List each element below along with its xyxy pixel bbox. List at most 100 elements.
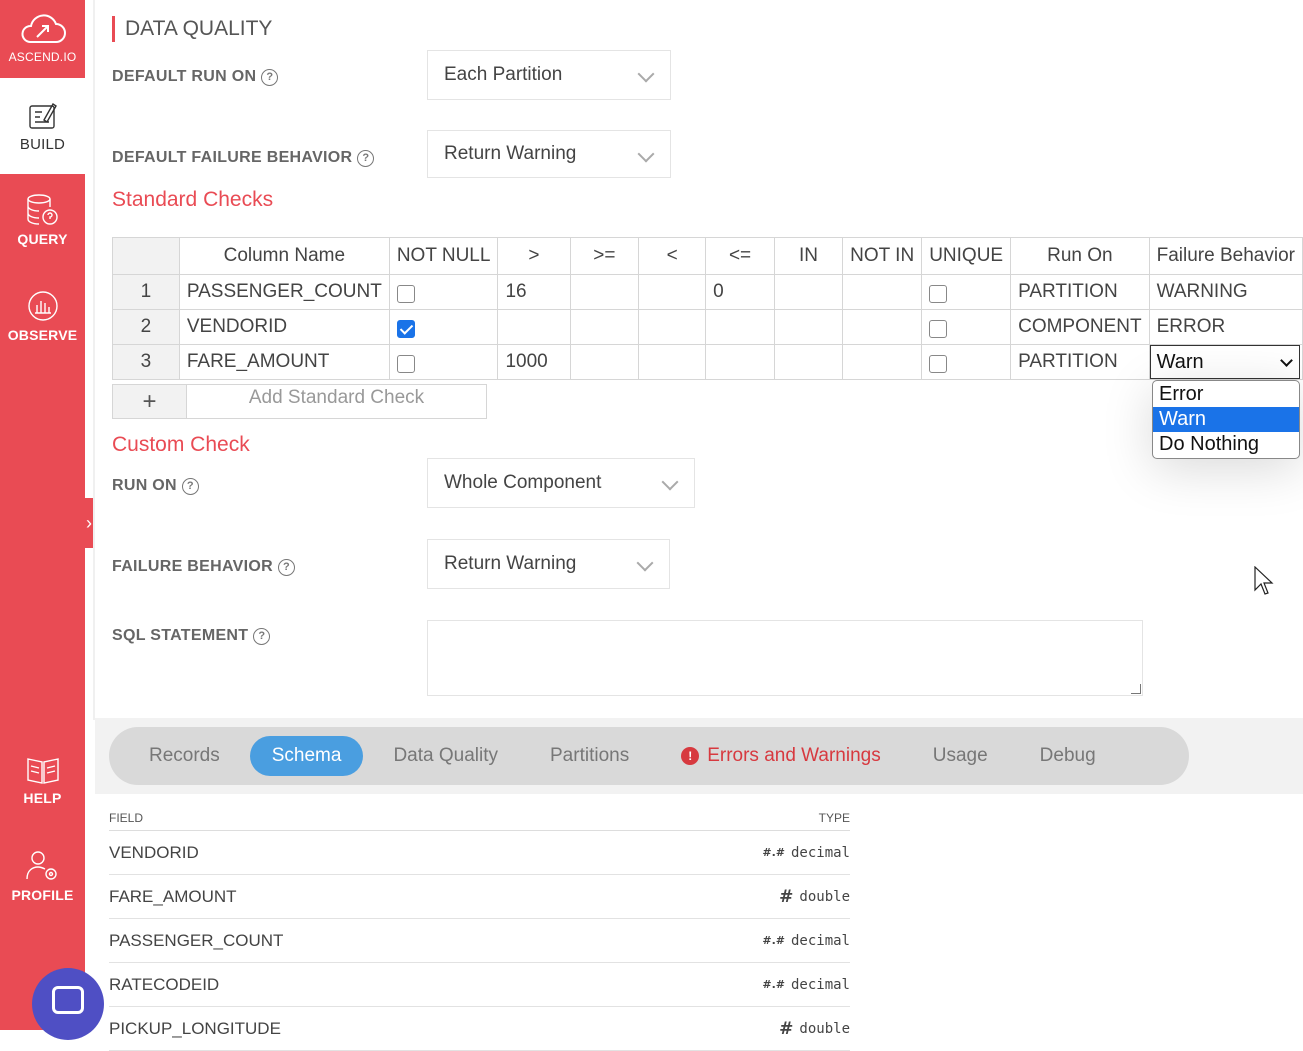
failure-behavior-dropdown: Error Warn Do Nothing <box>1152 380 1300 459</box>
gte-cell[interactable] <box>569 344 640 380</box>
not-null-checkbox[interactable] <box>396 284 415 303</box>
sidebar-item-label: PROFILE <box>11 887 74 903</box>
failure-behavior-select[interactable]: Return Warning <box>427 539 670 589</box>
in-cell[interactable] <box>773 274 844 310</box>
field-header: FIELD <box>109 810 144 825</box>
tab-data-quality[interactable]: Data Quality <box>371 736 520 776</box>
not-null-checkbox[interactable] <box>396 319 415 338</box>
gte-cell[interactable] <box>569 274 640 310</box>
resize-handle-icon[interactable] <box>1131 684 1141 694</box>
brand-logo[interactable]: ASCEND.IO <box>0 14 85 64</box>
table-row: 3 FARE_AMOUNT 1000 PARTITION Warn <box>112 344 1303 380</box>
tab-schema[interactable]: Schema <box>249 736 364 776</box>
mouse-cursor-icon <box>1254 566 1274 595</box>
help-icon[interactable]: ? <box>277 558 295 576</box>
failure-behavior-label: FAILURE BEHAVIOR? <box>112 558 295 576</box>
label-text: RUN ON <box>112 477 177 494</box>
tab-partitions[interactable]: Partitions <box>528 736 651 776</box>
run-on-cell[interactable]: PARTITION <box>1010 274 1150 310</box>
row-index: 1 <box>112 274 180 310</box>
bar-chart-icon <box>27 291 58 321</box>
sql-statement-input[interactable] <box>427 620 1143 696</box>
sidebar-item-profile[interactable]: PROFILE <box>0 849 85 903</box>
dropdown-option-do-nothing[interactable]: Do Nothing <box>1153 432 1299 457</box>
lte-cell[interactable] <box>705 344 775 380</box>
lte-cell[interactable]: 0 <box>705 274 775 310</box>
field-type: # double <box>779 1019 850 1039</box>
tab-usage[interactable]: Usage <box>911 736 1010 776</box>
lt-cell[interactable] <box>638 274 707 310</box>
schema-list: FIELD TYPE VENDORID #.# decimal FARE_AMOU… <box>109 805 850 1051</box>
type-label: decimal <box>790 844 850 861</box>
select-value: Whole Component <box>444 472 602 493</box>
field-name: PASSENGER_COUNT <box>109 930 284 950</box>
brand-label: ASCEND.IO <box>8 50 77 64</box>
type-label: double <box>799 1020 850 1037</box>
list-item: VENDORID #.# decimal <box>109 831 850 875</box>
not-in-cell[interactable] <box>842 344 923 380</box>
gte-cell[interactable] <box>569 309 640 345</box>
chevron-down-icon <box>636 554 654 572</box>
unique-checkbox[interactable] <box>929 354 948 373</box>
gt-cell[interactable]: 16 <box>497 274 571 310</box>
sidebar-item-help[interactable]: HELP <box>0 754 85 806</box>
sidebar-item-build[interactable]: BUILD <box>0 78 85 174</box>
decimal-type-icon: #.# <box>762 978 785 991</box>
run-on-select[interactable]: Whole Component <box>427 458 695 508</box>
unique-checkbox[interactable] <box>929 284 948 303</box>
field-name: RATECODEID <box>109 974 220 994</box>
run-on-cell[interactable]: PARTITION <box>1010 344 1150 380</box>
chevron-down-icon <box>637 145 655 163</box>
default-failure-behavior-select[interactable]: Return Warning <box>427 130 671 178</box>
help-icon[interactable]: ? <box>181 477 199 495</box>
add-check-button[interactable]: + <box>112 384 187 419</box>
dropdown-option-warn[interactable]: Warn <box>1153 407 1299 432</box>
sidebar-item-observe[interactable]: OBSERVE <box>0 289 85 343</box>
failure-behavior-cell[interactable]: WARNING <box>1148 274 1303 310</box>
gt-cell[interactable]: 1000 <box>497 344 571 380</box>
chat-launcher-button[interactable] <box>32 968 104 1040</box>
in-cell[interactable] <box>773 344 844 380</box>
gt-cell[interactable] <box>497 309 571 345</box>
cloud-upload-icon <box>21 14 66 43</box>
failure-behavior-cell[interactable]: ERROR <box>1148 309 1303 345</box>
field-name: VENDORID <box>109 842 199 862</box>
dropdown-option-error[interactable]: Error <box>1153 382 1299 407</box>
run-on-cell[interactable]: COMPONENT <box>1010 309 1150 345</box>
index-header <box>112 237 180 275</box>
field-name: PICKUP_LONGITUDE <box>109 1018 281 1038</box>
field-type: #.# decimal <box>762 933 850 949</box>
label-text: DEFAULT FAILURE BEHAVIOR <box>112 149 353 166</box>
not-in-cell[interactable] <box>842 274 923 310</box>
tab-debug[interactable]: Debug <box>1018 736 1118 776</box>
column-name-cell[interactable]: FARE_AMOUNT <box>178 344 390 380</box>
sidebar-item-query[interactable]: QUERY <box>0 193 85 247</box>
unique-cell <box>921 274 1012 310</box>
column-name-cell[interactable]: VENDORID <box>178 309 390 345</box>
column-name-cell[interactable]: PASSENGER_COUNT <box>178 274 390 310</box>
unique-checkbox[interactable] <box>929 319 948 338</box>
help-icon[interactable]: ? <box>357 149 375 167</box>
lte-cell[interactable] <box>705 309 775 345</box>
column-header: <= <box>705 237 775 275</box>
add-standard-check-row: + Add Standard Check <box>112 384 487 419</box>
default-run-on-select[interactable]: Each Partition <box>427 50 671 100</box>
lt-cell[interactable] <box>638 344 707 380</box>
lt-cell[interactable] <box>638 309 707 345</box>
book-icon <box>26 758 59 784</box>
warning-icon: ! <box>681 747 700 765</box>
chevron-down-icon <box>1279 354 1293 367</box>
help-icon[interactable]: ? <box>261 68 279 86</box>
not-in-cell[interactable] <box>842 309 923 345</box>
in-cell[interactable] <box>773 309 844 345</box>
number-type-icon: # <box>779 1018 794 1039</box>
column-header: > <box>497 237 571 275</box>
add-standard-check-button[interactable]: Add Standard Check <box>187 384 487 419</box>
tab-errors-and-warnings[interactable]: ! Errors and Warnings <box>659 736 903 776</box>
build-icon <box>28 102 57 129</box>
not-null-checkbox[interactable] <box>396 354 415 373</box>
tab-records[interactable]: Records <box>127 736 242 776</box>
help-icon[interactable]: ? <box>253 627 271 645</box>
failure-behavior-select[interactable]: Warn <box>1149 345 1300 379</box>
field-type: #.# decimal <box>762 977 850 993</box>
